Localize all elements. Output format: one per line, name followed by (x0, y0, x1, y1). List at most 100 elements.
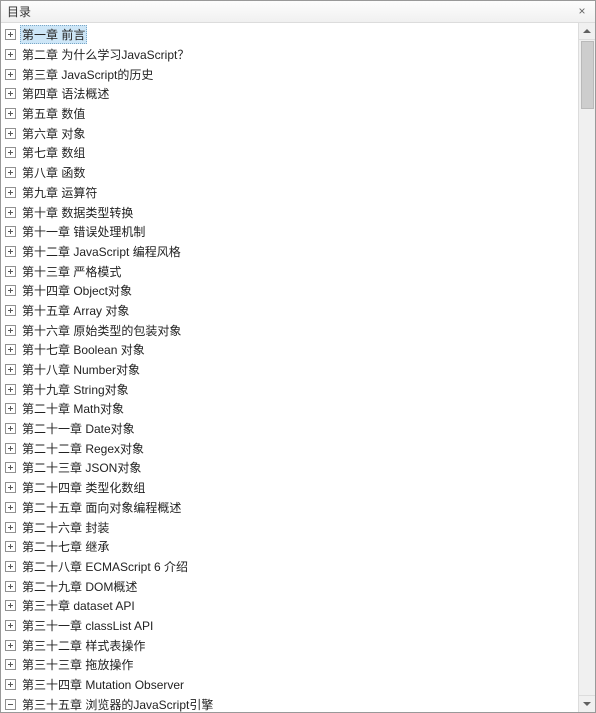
tree-item-label: 第二十七章 继承 (20, 537, 111, 556)
tree-item[interactable]: 第二十九章 DOM概述 (5, 576, 578, 596)
expand-icon[interactable] (5, 482, 16, 493)
tree-item-label: 第三十四章 Mutation Observer (20, 675, 186, 694)
expand-icon[interactable] (5, 364, 16, 375)
collapse-icon[interactable] (5, 699, 16, 710)
tree-item[interactable]: 第二十七章 继承 (5, 537, 578, 557)
tree-item[interactable]: 第三十四章 Mutation Observer (5, 675, 578, 695)
expand-icon[interactable] (5, 522, 16, 533)
expand-icon[interactable] (5, 600, 16, 611)
tree-item[interactable]: 第三十二章 样式表操作 (5, 635, 578, 655)
expand-icon[interactable] (5, 246, 16, 257)
expand-icon[interactable] (5, 462, 16, 473)
tree-item-label: 第十三章 严格模式 (20, 262, 123, 281)
tree-item-label: 第二十二章 Regex对象 (20, 439, 146, 458)
tree-item[interactable]: 第十四章 Object对象 (5, 281, 578, 301)
tree-item-label: 第三章 JavaScript的历史 (20, 65, 155, 84)
tree-item[interactable]: 第三章 JavaScript的历史 (5, 64, 578, 84)
tree-item-label: 第十九章 String对象 (20, 380, 131, 399)
expand-icon[interactable] (5, 49, 16, 60)
tree-item-label: 第九章 运算符 (20, 183, 99, 202)
vertical-scrollbar[interactable] (578, 23, 595, 712)
expand-icon[interactable] (5, 187, 16, 198)
tree-item[interactable]: 第三十三章 拖放操作 (5, 655, 578, 675)
tree-item[interactable]: 第十一章 错误处理机制 (5, 222, 578, 242)
expand-icon[interactable] (5, 305, 16, 316)
tree-item[interactable]: 第十章 数据类型转换 (5, 202, 578, 222)
tree-item[interactable]: 第十七章 Boolean 对象 (5, 340, 578, 360)
tree-item[interactable]: 第二十一章 Date对象 (5, 419, 578, 439)
expand-icon[interactable] (5, 29, 16, 40)
tree-item[interactable]: 第四章 语法概述 (5, 84, 578, 104)
title-bar: 目录 × (1, 1, 595, 23)
expand-icon[interactable] (5, 266, 16, 277)
tree-item-label: 第四章 语法概述 (20, 84, 111, 103)
tree-item[interactable]: 第二十二章 Regex对象 (5, 438, 578, 458)
expand-icon[interactable] (5, 561, 16, 572)
tree-item[interactable]: 第七章 数组 (5, 143, 578, 163)
expand-icon[interactable] (5, 423, 16, 434)
scroll-up-button[interactable] (579, 23, 595, 40)
tree-item-label: 第五章 数值 (20, 104, 87, 123)
expand-icon[interactable] (5, 88, 16, 99)
tree-item[interactable]: 第十三章 严格模式 (5, 261, 578, 281)
tree-item[interactable]: 第三十五章 浏览器的JavaScript引擎 (5, 694, 578, 712)
tree-item[interactable]: 第二十四章 类型化数组 (5, 478, 578, 498)
expand-icon[interactable] (5, 659, 16, 670)
tree-item[interactable]: 第五章 数值 (5, 104, 578, 124)
expand-icon[interactable] (5, 344, 16, 355)
tree-item[interactable]: 第二章 为什么学习JavaScript？ (5, 45, 578, 65)
tree-item[interactable]: 第二十五章 面向对象编程概述 (5, 498, 578, 518)
expand-icon[interactable] (5, 167, 16, 178)
expand-icon[interactable] (5, 403, 16, 414)
tree-item[interactable]: 第六章 对象 (5, 123, 578, 143)
expand-icon[interactable] (5, 640, 16, 651)
tree-item-label: 第三十章 dataset API (20, 596, 137, 615)
expand-icon[interactable] (5, 443, 16, 454)
tree-item[interactable]: 第二十八章 ECMAScript 6 介绍 (5, 557, 578, 577)
expand-icon[interactable] (5, 541, 16, 552)
expand-icon[interactable] (5, 325, 16, 336)
tree-item[interactable]: 第八章 函数 (5, 163, 578, 183)
expand-icon[interactable] (5, 384, 16, 395)
window-title: 目录 (7, 3, 31, 20)
expand-icon[interactable] (5, 207, 16, 218)
tree-item[interactable]: 第十五章 Array 对象 (5, 301, 578, 321)
expand-icon[interactable] (5, 147, 16, 158)
tree-item[interactable]: 第十六章 原始类型的包装对象 (5, 320, 578, 340)
tree-item-label: 第二十三章 JSON对象 (20, 458, 143, 477)
tree-item-label: 第十一章 错误处理机制 (20, 222, 147, 241)
expand-icon[interactable] (5, 285, 16, 296)
tree-item-label: 第二十九章 DOM概述 (20, 577, 139, 596)
tree-item-label: 第三十一章 classList API (20, 616, 155, 635)
scroll-thumb[interactable] (581, 41, 594, 109)
expand-icon[interactable] (5, 69, 16, 80)
expand-icon[interactable] (5, 502, 16, 513)
tree-item[interactable]: 第三十章 dataset API (5, 596, 578, 616)
tree-item[interactable]: 第三十一章 classList API (5, 616, 578, 636)
tree-item[interactable]: 第十九章 String对象 (5, 379, 578, 399)
tree-item[interactable]: 第九章 运算符 (5, 183, 578, 203)
tree-item-label: 第七章 数组 (20, 143, 87, 162)
tree-item-label: 第三十三章 拖放操作 (20, 655, 135, 674)
expand-icon[interactable] (5, 108, 16, 119)
tree-item-label: 第二十一章 Date对象 (20, 419, 137, 438)
arrow-down-icon (583, 702, 591, 706)
expand-icon[interactable] (5, 679, 16, 690)
expand-icon[interactable] (5, 620, 16, 631)
expand-icon[interactable] (5, 226, 16, 237)
tree-item[interactable]: 第二十三章 JSON对象 (5, 458, 578, 478)
expand-icon[interactable] (5, 581, 16, 592)
tree-item-label: 第二十六章 封装 (20, 518, 111, 537)
tree-item[interactable]: 第十八章 Number对象 (5, 360, 578, 380)
tree-item[interactable]: 第一章 前言 (5, 25, 578, 45)
tree-item[interactable]: 第二十章 Math对象 (5, 399, 578, 419)
tree-item-label: 第三十五章 浏览器的JavaScript引擎 (20, 695, 215, 712)
scroll-down-button[interactable] (579, 695, 595, 712)
expand-icon[interactable] (5, 128, 16, 139)
close-button[interactable]: × (573, 3, 591, 19)
tree-item-label: 第一章 前言 (20, 25, 87, 44)
tree-item[interactable]: 第二十六章 封装 (5, 517, 578, 537)
tree-item[interactable]: 第十二章 JavaScript 编程风格 (5, 242, 578, 262)
tree-item-label: 第三十二章 样式表操作 (20, 636, 147, 655)
tree-item-label: 第十五章 Array 对象 (20, 301, 131, 320)
